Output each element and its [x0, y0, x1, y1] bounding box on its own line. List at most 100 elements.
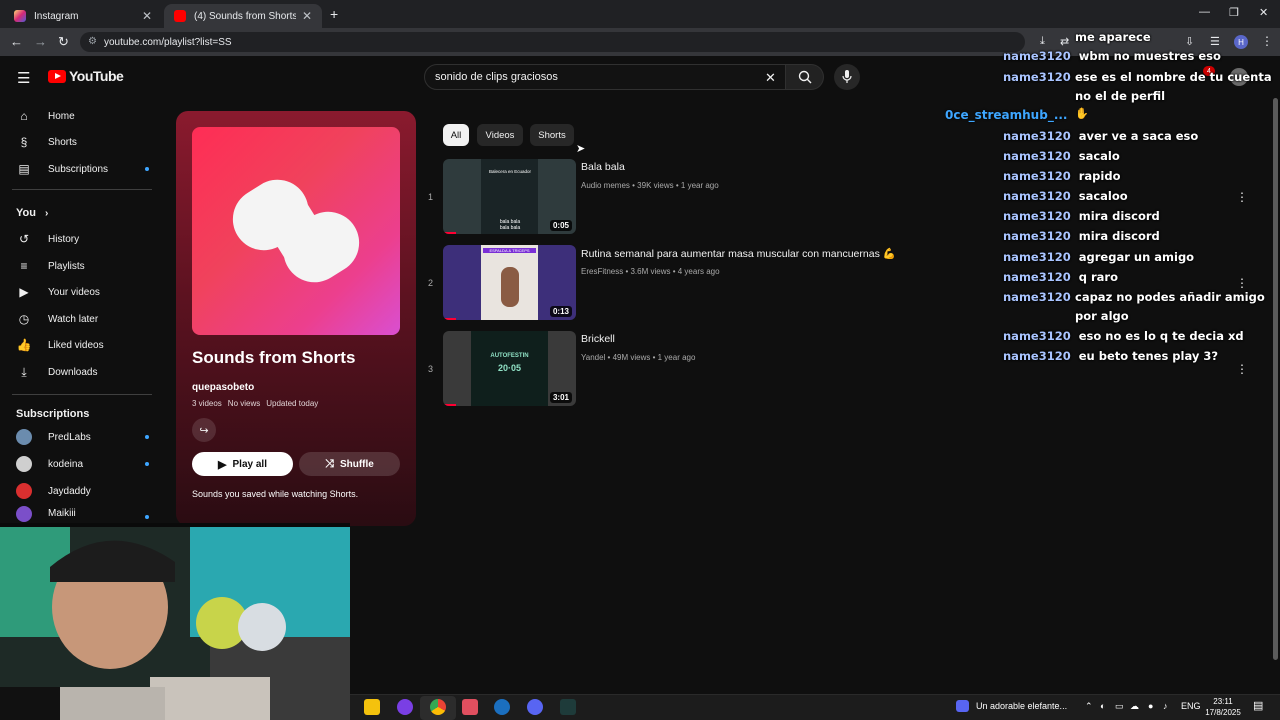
sidebar-item-history[interactable]: ↺ History [16, 226, 156, 252]
thumbnail-caption: ESPALDA & TRICEPS [483, 248, 536, 253]
tray-app-icon[interactable]: ◐ [1100, 701, 1105, 711]
chip-shorts[interactable]: Shorts [530, 124, 574, 146]
volume-icon[interactable]: ♪ [1163, 701, 1168, 711]
video-title[interactable]: Brickell [581, 333, 615, 345]
reload-icon[interactable]: ↻ [58, 34, 69, 50]
close-window-button[interactable]: ✕ [1259, 6, 1268, 19]
sidebar-item-home[interactable]: ⌂ Home [16, 103, 156, 129]
search-input[interactable]: sonido de clips graciosos ✕ [424, 64, 786, 90]
microphone-tray-icon[interactable]: ● [1148, 701, 1153, 711]
video-views: 49M views [612, 353, 651, 362]
tab-youtube[interactable]: (4) Sounds from Shorts - YouTu ✕ [164, 4, 322, 28]
search-query-text: sonido de clips graciosos [435, 71, 558, 83]
hamburger-menu-icon[interactable]: ☰ [17, 69, 30, 87]
play-icon: ▶ [218, 458, 227, 471]
search-icon [798, 70, 811, 84]
video-thumbnail[interactable]: Balecera en Ecuador bala bala bala bala … [443, 159, 576, 234]
clear-search-icon[interactable]: ✕ [765, 70, 776, 86]
subscription-maikiii[interactable]: Maikiii [16, 504, 156, 523]
scrollbar-thumb[interactable] [1273, 98, 1278, 660]
chat-emote-icon: ✋ [1075, 108, 1089, 120]
video-age: 4 years ago [677, 267, 720, 276]
tab-label: Instagram [34, 10, 79, 22]
sticky-notes-icon[interactable] [364, 699, 380, 715]
sidebar-item-shorts[interactable]: § Shorts [16, 129, 156, 155]
forward-icon[interactable]: → [34, 34, 47, 49]
sidebar-item-label: Your videos [48, 286, 100, 298]
back-icon[interactable]: ← [10, 34, 23, 49]
playlist-title: Sounds from Shorts [192, 348, 356, 367]
voice-search-button[interactable] [834, 64, 860, 90]
clock[interactable]: 23:11 17/8/2025 [1205, 696, 1241, 718]
playlist-owner[interactable]: quepasobeto [192, 382, 254, 393]
chip-all[interactable]: All [443, 124, 469, 146]
video-channel[interactable]: Yandel [581, 353, 605, 362]
video-thumbnail[interactable]: ESPALDA & TRICEPS 0:13 [443, 245, 576, 320]
language-indicator[interactable]: ENG [1181, 701, 1201, 711]
playlist-views: No views [227, 399, 261, 408]
subscription-predlabs[interactable]: PredLabs [16, 424, 156, 450]
clock-time: 23:11 [1213, 697, 1233, 706]
video-views: 3.6M views [630, 267, 671, 276]
sidebar-item-label: Shorts [48, 136, 77, 148]
minimize-button[interactable]: — [1199, 6, 1210, 18]
more-options-icon[interactable]: ⋮ [1236, 362, 1248, 376]
sidebar-item-subscriptions[interactable]: ▤ Subscriptions [16, 156, 156, 182]
sidebar-item-downloads[interactable]: ⤓ Downloads [16, 359, 156, 385]
chat-username: name3120 [1003, 169, 1071, 183]
sidebar-item-liked-videos[interactable]: 👍 Liked videos [16, 332, 156, 358]
chat-message: name3120 eu beto tenes play 3? [1003, 347, 1218, 366]
channel-avatar [16, 505, 32, 522]
playlist-updated: Updated today [266, 399, 319, 408]
restore-button[interactable]: ❐ [1229, 6, 1239, 19]
video-channel[interactable]: EresFitness [581, 267, 623, 276]
video-title[interactable]: Rutina semanal para aumentar masa muscul… [581, 247, 896, 260]
video-title[interactable]: Bala bala [581, 161, 625, 173]
site-info-icon[interactable]: ⚙ [88, 36, 97, 47]
more-options-icon[interactable]: ⋮ [1236, 190, 1248, 204]
windows-taskbar [350, 694, 1280, 720]
share-button[interactable]: ↪ [192, 418, 216, 442]
show-hidden-icons-icon[interactable]: ⌃ [1085, 701, 1093, 712]
video-channel[interactable]: Audio memes [581, 181, 630, 190]
cloud-icon[interactable]: ☁ [1130, 701, 1139, 712]
url-field[interactable]: ⚙ youtube.com/playlist?list=SS [80, 32, 1025, 52]
chip-videos[interactable]: Videos [477, 124, 523, 146]
app-icon[interactable] [560, 699, 576, 715]
steam-icon[interactable] [494, 699, 510, 715]
app-icon[interactable] [397, 699, 413, 715]
subscription-jaydaddy[interactable]: Jaydaddy [16, 478, 156, 504]
tray-app-icon[interactable]: ▭ [1115, 701, 1124, 712]
chat-text: ese es el nombre de tu cuenta no el de p… [1075, 70, 1272, 103]
media-title[interactable]: Un adorable elefante... [976, 701, 1067, 711]
chat-text: sacaloo [1078, 189, 1128, 203]
chat-message: name3120 sacalo [1003, 147, 1120, 166]
youtube-logo[interactable]: YouTube [48, 68, 124, 84]
chevron-right-icon: › [45, 208, 49, 219]
new-tab-button[interactable]: + [330, 6, 338, 22]
sidebar-item-your-videos[interactable]: ▶ Your videos [16, 279, 156, 305]
search-button[interactable] [786, 64, 824, 90]
you-heading-label: You [16, 207, 36, 219]
sidebar-you-heading[interactable]: You › [16, 207, 48, 219]
playlist-description: Sounds you saved while watching Shorts. [192, 489, 359, 499]
shuffle-button[interactable]: ⤨ Shuffle [299, 452, 400, 476]
sidebar-subscriptions-heading: Subscriptions [16, 408, 90, 420]
video-thumbnail[interactable]: AUTOFESTIN 20·05 3:01 [443, 331, 576, 406]
notifications-icon[interactable]: ▤ [1253, 699, 1263, 712]
thumbnail-caption: AUTOFESTIN [490, 353, 529, 359]
sidebar-item-playlists[interactable]: ≡ Playlists [16, 253, 156, 279]
play-all-button[interactable]: ▶ Play all [192, 452, 293, 476]
subscription-kodeina[interactable]: kodeina [16, 451, 156, 477]
sidebar-item-watch-later[interactable]: ◷ Watch later [16, 306, 156, 332]
tab-instagram[interactable]: Instagram ✕ [4, 4, 162, 28]
discord-icon[interactable] [527, 699, 543, 715]
taskbar-active-chrome[interactable] [420, 696, 456, 720]
playlist-meta: 3 videos No views Updated today [192, 399, 318, 408]
close-tab-icon[interactable]: ✕ [302, 9, 312, 23]
liked-videos-icon: 👍 [16, 338, 32, 352]
app-icon[interactable] [462, 699, 478, 715]
playlist-thumbnail[interactable] [192, 127, 400, 335]
close-tab-icon[interactable]: ✕ [142, 9, 152, 23]
chat-message: name3120 eso no es lo q te decia xd [1003, 327, 1244, 346]
